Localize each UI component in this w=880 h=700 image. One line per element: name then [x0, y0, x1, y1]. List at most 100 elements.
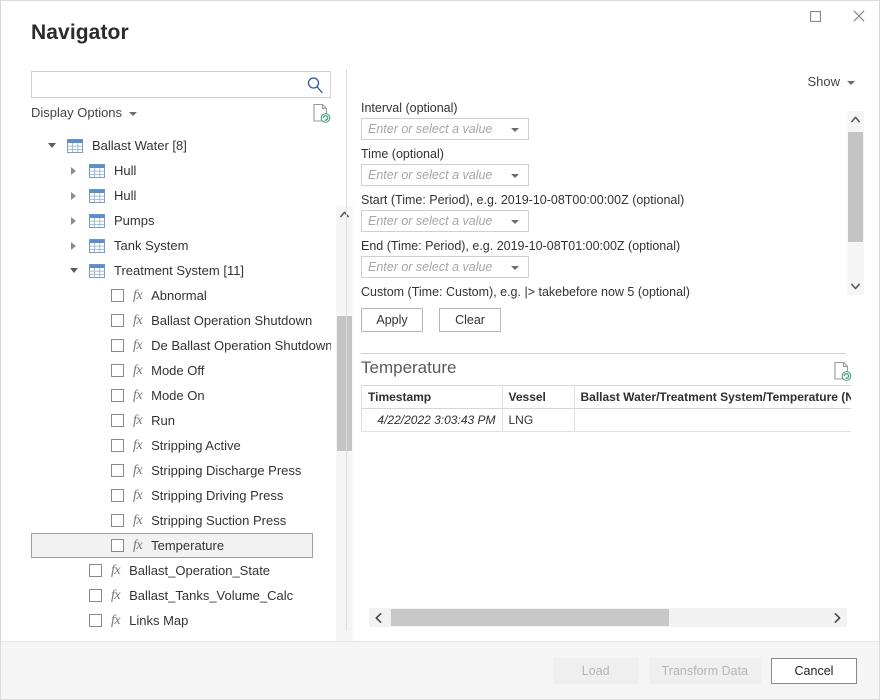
table-column-header[interactable]: Ballast Water/Treatment System/Temperatu…: [574, 386, 851, 409]
tree-item[interactable]: fxMode On: [31, 383, 313, 408]
tree-item[interactable]: fxBallast_Operation_State: [31, 558, 313, 583]
table-column-header[interactable]: Timestamp: [362, 386, 502, 409]
collapse-arrow-icon[interactable]: [67, 239, 80, 252]
item-checkbox[interactable]: [111, 364, 124, 377]
chevron-down-icon[interactable]: [511, 266, 519, 270]
tree-item[interactable]: Hull: [31, 158, 313, 183]
chevron-left-icon[interactable]: [369, 608, 388, 627]
tree-item[interactable]: fxMode Off: [31, 358, 313, 383]
tree-item-label: Hull: [114, 163, 136, 178]
twisty-placeholder-icon: [89, 414, 102, 427]
tree-item[interactable]: fxLinks Map: [31, 608, 313, 631]
item-checkbox[interactable]: [111, 289, 124, 302]
parameter-combobox[interactable]: Enter or select a value: [361, 164, 529, 186]
preview-scroll-thumb[interactable]: [391, 609, 669, 626]
tree-item-label: Stripping Active: [151, 438, 241, 453]
chevron-up-icon[interactable]: [336, 206, 353, 223]
item-checkbox[interactable]: [89, 589, 102, 602]
twisty-placeholder-icon: [89, 339, 102, 352]
table-header-row: TimestampVesselBallast Water/Treatment S…: [362, 386, 851, 409]
tree-item[interactable]: fxBallast Operation Shutdown: [31, 308, 313, 333]
maximize-icon[interactable]: [793, 1, 837, 31]
document-refresh-icon[interactable]: [312, 103, 331, 124]
apply-button[interactable]: Apply: [361, 308, 423, 332]
item-checkbox[interactable]: [111, 439, 124, 452]
parameter-combobox[interactable]: Enter or select a value: [361, 256, 529, 278]
parameter-placeholder: Enter or select a value: [368, 122, 492, 136]
item-checkbox[interactable]: [111, 464, 124, 477]
parameter-combobox[interactable]: Enter or select a value: [361, 210, 529, 232]
tree-item[interactable]: fxBallast_Tanks_Volume_Calc: [31, 583, 313, 608]
close-icon[interactable]: [837, 1, 880, 31]
table-row[interactable]: 4/22/2022 3:03:43 PMLNG0.24740395: [362, 409, 851, 432]
tree-vertical-scrollbar[interactable]: [336, 206, 353, 694]
expand-arrow-icon[interactable]: [45, 139, 58, 152]
tree-item[interactable]: Tank System: [31, 233, 313, 258]
collapse-arrow-icon[interactable]: [67, 164, 80, 177]
table-body: 4/22/2022 3:03:43 PMLNG0.24740395: [362, 409, 851, 432]
item-checkbox[interactable]: [89, 564, 102, 577]
tree-item[interactable]: fxAbnormal: [31, 283, 313, 308]
chevron-down-icon[interactable]: [129, 112, 137, 116]
title-bar: [1, 1, 880, 31]
chevron-down-icon[interactable]: [847, 81, 855, 85]
item-checkbox[interactable]: [89, 614, 102, 627]
search-box[interactable]: [31, 71, 331, 98]
item-checkbox[interactable]: [111, 314, 124, 327]
parameter-label: Start (Time: Period), e.g. 2019-10-08T00…: [361, 193, 846, 207]
tree-item-selected[interactable]: fxTemperature: [31, 533, 313, 558]
item-checkbox[interactable]: [111, 539, 124, 552]
tree-item[interactable]: Pumps: [31, 208, 313, 233]
tree-item-label: Stripping Suction Press: [151, 513, 286, 528]
chevron-up-icon[interactable]: [847, 111, 864, 128]
tree-item-label: De Ballast Operation Shutdown: [151, 338, 331, 353]
chevron-down-icon[interactable]: [511, 220, 519, 224]
twisty-placeholder-icon: [89, 389, 102, 402]
document-refresh-icon[interactable]: [833, 361, 852, 382]
table-column-header[interactable]: Vessel: [502, 386, 574, 409]
expand-arrow-icon[interactable]: [67, 264, 80, 277]
parameters-vertical-scrollbar[interactable]: [847, 111, 864, 295]
display-options-button[interactable]: Display Options: [31, 105, 137, 120]
collapse-arrow-icon[interactable]: [67, 189, 80, 202]
tree-item[interactable]: fxDe Ballast Operation Shutdown: [31, 333, 313, 358]
transform-data-button[interactable]: Transform Data: [649, 658, 761, 684]
chevron-down-icon[interactable]: [847, 278, 864, 295]
show-menu-button[interactable]: Show: [807, 74, 855, 89]
preview-grid[interactable]: TimestampVesselBallast Water/Treatment S…: [361, 385, 851, 432]
dialog-footer: Load Transform Data Cancel: [1, 641, 879, 699]
navigator-dialog: Navigator Display Options: [0, 0, 880, 700]
parameters-scroll-thumb[interactable]: [848, 132, 863, 242]
load-button[interactable]: Load: [553, 658, 639, 684]
tree-scroll-thumb[interactable]: [337, 316, 352, 451]
tree-item[interactable]: Ballast Water [8]: [31, 133, 313, 158]
tree-item[interactable]: fxStripping Driving Press: [31, 483, 313, 508]
clear-button[interactable]: Clear: [439, 308, 501, 332]
tree-item[interactable]: fxStripping Suction Press: [31, 508, 313, 533]
parameter-actions: Apply Clear: [361, 308, 846, 332]
item-checkbox[interactable]: [111, 389, 124, 402]
item-checkbox[interactable]: [111, 339, 124, 352]
preview-horizontal-scrollbar[interactable]: [369, 608, 847, 627]
item-checkbox[interactable]: [111, 489, 124, 502]
item-checkbox[interactable]: [111, 514, 124, 527]
tree-item[interactable]: Hull: [31, 183, 313, 208]
parameter-combobox[interactable]: Enter or select a value: [361, 118, 529, 140]
chevron-right-icon[interactable]: [828, 608, 847, 627]
cancel-button[interactable]: Cancel: [771, 658, 857, 684]
search-icon[interactable]: [306, 76, 324, 94]
chevron-down-icon[interactable]: [511, 128, 519, 132]
table-cell: LNG: [502, 409, 574, 432]
function-fx-icon: fx: [133, 313, 142, 329]
item-checkbox[interactable]: [111, 414, 124, 427]
object-tree[interactable]: Ballast Water [8]HullHullPumpsTank Syste…: [31, 133, 331, 631]
collapse-arrow-icon[interactable]: [67, 214, 80, 227]
table-icon: [89, 189, 105, 203]
tree-item[interactable]: fxRun: [31, 408, 313, 433]
chevron-down-icon[interactable]: [511, 174, 519, 178]
tree-item[interactable]: Treatment System [11]: [31, 258, 313, 283]
search-input[interactable]: [38, 72, 300, 97]
parameter-field: Interval (optional)Enter or select a val…: [361, 101, 846, 140]
tree-item[interactable]: fxStripping Active: [31, 433, 313, 458]
tree-item[interactable]: fxStripping Discharge Press: [31, 458, 313, 483]
